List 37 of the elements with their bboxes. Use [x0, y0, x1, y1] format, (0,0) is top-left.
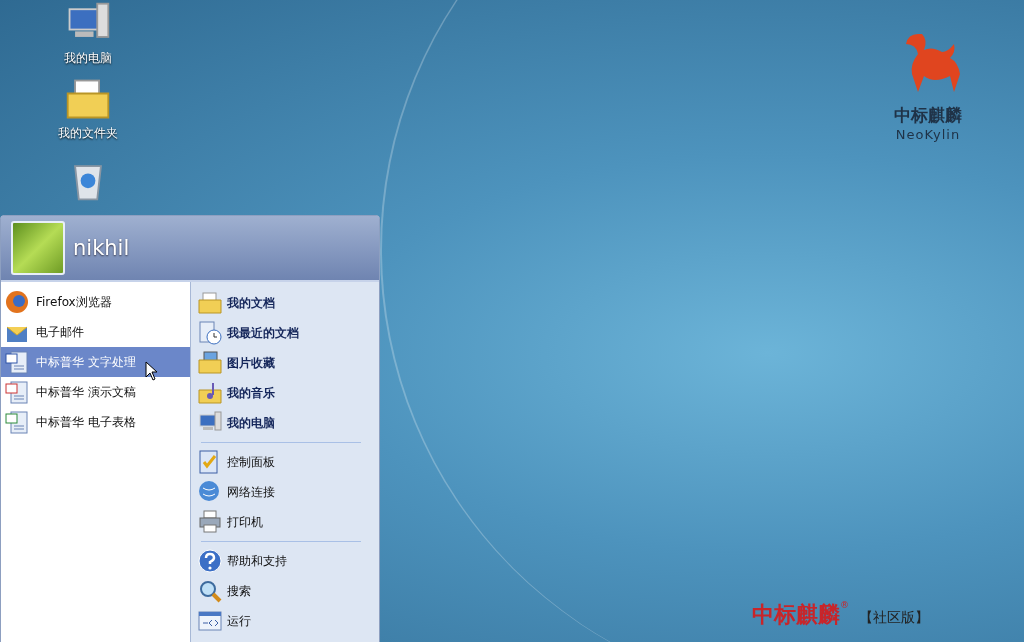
- place-item[interactable]: 我的音乐: [197, 378, 371, 408]
- place-item[interactable]: 运行: [197, 606, 371, 636]
- place-item[interactable]: 搜索: [197, 576, 371, 606]
- brand-name: 中标麒麟: [752, 601, 840, 629]
- help-icon: [197, 548, 223, 574]
- logo-name: 中标麒麟: [894, 104, 962, 127]
- program-item[interactable]: 电子邮件: [1, 317, 190, 347]
- place-item[interactable]: 我的电脑: [197, 408, 371, 438]
- program-item[interactable]: 中标普华 演示文稿: [1, 377, 190, 407]
- desktop-icon-label[interactable]: 我的文件夹: [58, 125, 118, 142]
- search-icon: [197, 578, 223, 604]
- place-item[interactable]: 图片收藏: [197, 348, 371, 378]
- document-icon: [4, 349, 30, 375]
- folder-icon: [197, 290, 223, 316]
- edition-label: 【社区版】: [859, 609, 929, 627]
- program-item[interactable]: Firefox浏览器: [1, 287, 190, 317]
- clock-icon: [197, 320, 223, 346]
- document-icon: [4, 379, 30, 405]
- cursor-icon: [145, 361, 159, 381]
- music-folder-icon: [197, 380, 223, 406]
- place-item[interactable]: 我最近的文档: [197, 318, 371, 348]
- document-icon: [4, 409, 30, 435]
- place-item[interactable]: 我的文档: [197, 288, 371, 318]
- place-item[interactable]: 网络连接: [197, 477, 371, 507]
- registered-mark: ®: [840, 600, 849, 610]
- desktop-icon-label[interactable]: 我的电脑: [64, 50, 112, 67]
- logo-subtitle: NeoKylin: [895, 127, 961, 142]
- place-item[interactable]: 控制面板: [197, 447, 371, 477]
- run-window-icon: [197, 608, 223, 634]
- folder-icon: [197, 350, 223, 376]
- place-item[interactable]: 打印机: [197, 507, 371, 537]
- printer-icon: [197, 509, 223, 535]
- user-avatar: [11, 221, 65, 275]
- user-name: nikhil: [73, 236, 130, 260]
- place-item[interactable]: 帮助和支持: [197, 546, 371, 576]
- program-item[interactable]: 中标普华 电子表格: [1, 407, 190, 437]
- globe-icon: [4, 289, 30, 315]
